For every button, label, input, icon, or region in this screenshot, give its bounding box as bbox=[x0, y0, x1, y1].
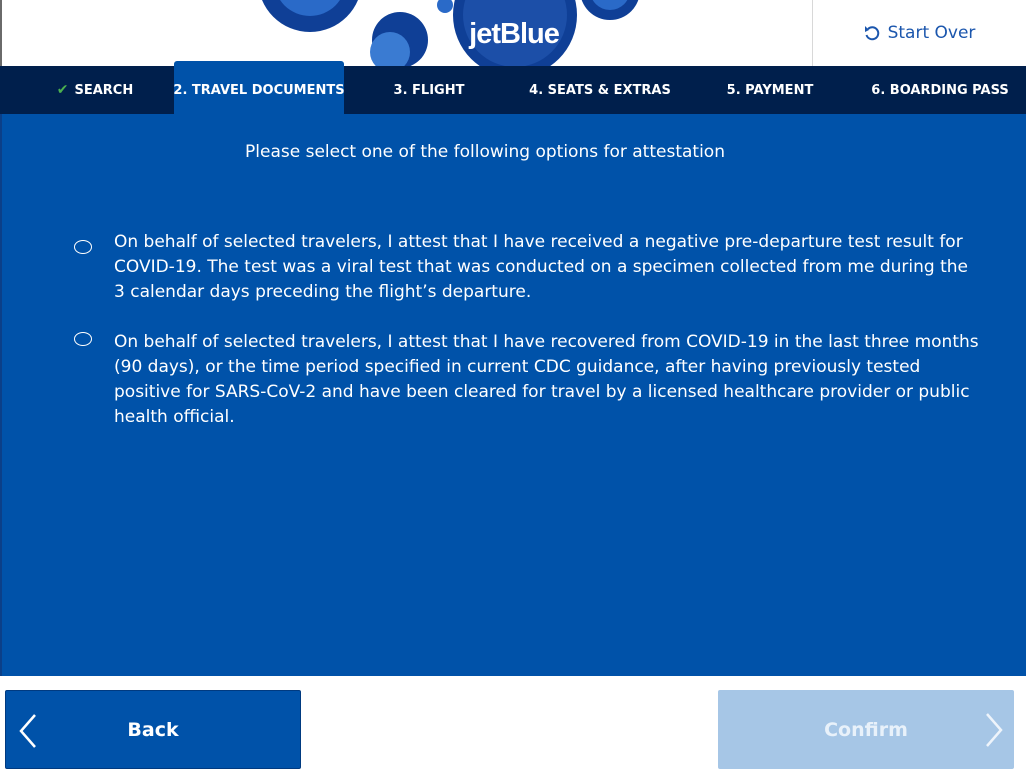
divider bbox=[0, 0, 2, 66]
step-search[interactable]: ✔ SEARCH bbox=[30, 66, 160, 114]
confirm-button[interactable]: Confirm bbox=[718, 690, 1014, 769]
footer: Back Confirm bbox=[0, 676, 1026, 769]
option-text: On behalf of selected travelers, I attes… bbox=[114, 332, 979, 427]
attestation-option-negative-test[interactable]: On behalf of selected travelers, I attes… bbox=[74, 230, 994, 305]
attestation-option-recovered[interactable]: On behalf of selected travelers, I attes… bbox=[74, 330, 994, 430]
step-travel-documents[interactable]: 2. TRAVEL DOCUMENTS bbox=[173, 61, 345, 114]
step-label: 6. BOARDING PASS bbox=[871, 82, 1009, 98]
refresh-icon bbox=[864, 26, 879, 41]
chevron-left-icon bbox=[19, 714, 36, 748]
step-label: 3. FLIGHT bbox=[393, 82, 465, 98]
confirm-label: Confirm bbox=[824, 718, 908, 741]
step-flight[interactable]: 3. FLIGHT bbox=[364, 66, 494, 114]
start-over-label: Start Over bbox=[887, 23, 976, 43]
step-label: 4. SEATS & EXTRAS bbox=[529, 82, 671, 98]
step-seats-extras[interactable]: 4. SEATS & EXTRAS bbox=[520, 66, 680, 114]
start-over-button[interactable]: Start Over bbox=[812, 0, 1026, 66]
header: jetBlue Start Over bbox=[0, 0, 1026, 66]
divider bbox=[0, 114, 2, 676]
option-text: On behalf of selected travelers, I attes… bbox=[114, 232, 968, 302]
step-label: 2. TRAVEL DOCUMENTS bbox=[173, 82, 345, 98]
step-boarding-pass[interactable]: 6. BOARDING PASS bbox=[860, 66, 1020, 114]
radio-button[interactable] bbox=[74, 240, 92, 254]
back-label: Back bbox=[127, 718, 179, 741]
progress-nav: ✔ SEARCH 2. TRAVEL DOCUMENTS 3. FLIGHT 4… bbox=[0, 61, 1026, 114]
step-label: 5. PAYMENT bbox=[726, 82, 814, 98]
attestation-prompt: Please select one of the following optio… bbox=[245, 142, 725, 162]
chevron-right-icon bbox=[986, 713, 1003, 747]
main-content: Please select one of the following optio… bbox=[0, 114, 1026, 676]
checkmark-icon: ✔ bbox=[56, 82, 69, 98]
step-label: SEARCH bbox=[74, 82, 134, 98]
step-payment[interactable]: 5. PAYMENT bbox=[700, 66, 840, 114]
jetblue-logo: jetBlue bbox=[469, 18, 560, 50]
radio-button[interactable] bbox=[74, 332, 92, 346]
back-button[interactable]: Back bbox=[5, 690, 301, 769]
